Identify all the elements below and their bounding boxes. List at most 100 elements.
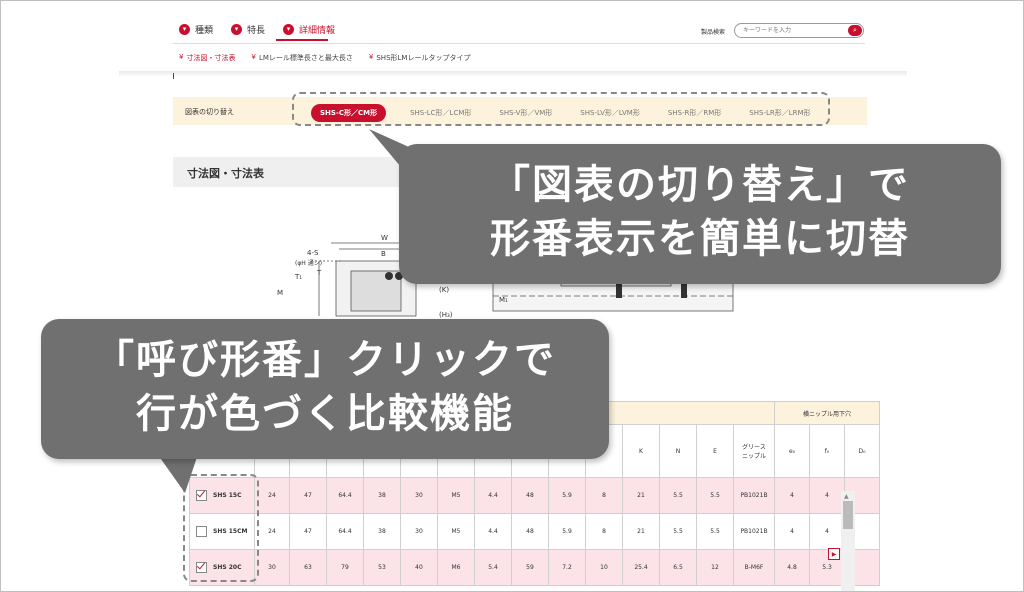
chevron-down-icon: ▾ (283, 24, 295, 35)
anchor-link-tap-type[interactable]: ¥ SHS形LMレールタップタイプ (369, 53, 471, 63)
cell: 10 (585, 549, 623, 586)
cell: M5 (437, 513, 475, 550)
nav-label: 詳細情報 (299, 26, 336, 36)
cell: 40 (400, 549, 438, 586)
header-nipple-hole: 横ニップル用下穴 (774, 401, 880, 425)
drawing-label-b: B (381, 250, 386, 258)
anchor-label: SHS形LMレールタップタイプ (376, 54, 471, 62)
cell: 38 (363, 513, 401, 550)
chevron-down-icon: ¥ (368, 53, 374, 61)
search-button[interactable]: ⌕ (848, 25, 862, 36)
top-nav: ▾ 種類 ▾ 特長 ▾ 詳細情報 (179, 23, 335, 36)
drawing-label-h: (φH 通シ) (295, 260, 323, 267)
table-row[interactable]: SHS 15CM 24 47 64.4 38 30 M5 4.4 48 5.9 … (189, 513, 880, 550)
col-header: e₀ (774, 424, 810, 478)
cell: 48 (511, 477, 549, 514)
cell: 6.5 (659, 549, 697, 586)
anchor-links: ¥ 寸法図・寸法表 ¥ LMレール標準長さと最大長さ ¥ SHS形LMレールタッ… (179, 53, 470, 63)
cell: 5.5 (696, 477, 734, 514)
drawing-label-s: 4-S (307, 249, 319, 257)
cell: 8 (585, 477, 623, 514)
cell: 4 (809, 513, 845, 550)
chevron-right-icon: ▶ (831, 550, 837, 558)
cell: 8 (585, 513, 623, 550)
callout-row-highlight: 「呼び形番」クリックで 行が色づく比較機能 (41, 319, 609, 459)
search-label: 製品検索 (701, 29, 726, 36)
screenshot-frame: ▾ 種類 ▾ 特長 ▾ 詳細情報 製品検索 ⌕ ¥ 寸法図・寸法表 ¥ LMレー… (0, 0, 1024, 592)
cell: 12 (696, 549, 734, 586)
drawing-label-m: M (277, 289, 284, 297)
cell: 63 (289, 549, 327, 586)
anchor-label: 寸法図・寸法表 (186, 54, 236, 62)
col-header: f₀ (809, 424, 845, 478)
header-shadow (119, 71, 907, 77)
cell: 30 (400, 477, 438, 514)
cell: 5.5 (659, 513, 697, 550)
cell: 64.4 (326, 513, 364, 550)
scroll-right-button[interactable]: ▶ (828, 548, 840, 560)
anchor-label: LMレール標準長さと最大長さ (258, 54, 353, 62)
cell: 5.5 (659, 477, 697, 514)
anchor-link-dimensions[interactable]: ¥ 寸法図・寸法表 (179, 53, 235, 63)
drawing-label-k: (K) (439, 286, 450, 294)
cell: B-M6F (733, 549, 775, 586)
anchor-link-rail-length[interactable]: ¥ LMレール標準長さと最大長さ (251, 53, 352, 63)
table-scrollbar[interactable]: ▲ (841, 491, 855, 591)
cell: 25.4 (622, 549, 660, 586)
callout-line: 行が色づく比較機能 (136, 391, 514, 437)
nav-item-features[interactable]: ▾ 特長 (231, 23, 265, 36)
drawing-label-t1: T₁ (295, 273, 303, 281)
cell: 59 (511, 549, 549, 586)
scrollbar-thumb[interactable] (843, 501, 853, 529)
cell: 4 (774, 513, 810, 550)
search-input[interactable] (743, 25, 843, 35)
cell: 21 (622, 477, 660, 514)
cell: 38 (363, 477, 401, 514)
cell: 4 (774, 477, 810, 514)
switch-label: 図表の切り替え (185, 108, 234, 116)
cell: 5.9 (548, 477, 586, 514)
table-row[interactable]: SHS 15C 24 47 64.4 38 30 M5 4.4 48 5.9 8… (189, 477, 880, 514)
active-anchor-indicator (173, 73, 174, 79)
col-header: グリース ニップル (733, 424, 775, 478)
cell: 5.4 (474, 549, 512, 586)
section-title: 寸法図・寸法表 (187, 167, 264, 180)
nav-item-details[interactable]: ▾ 詳細情報 (283, 23, 335, 36)
cell: 7.2 (548, 549, 586, 586)
cell: 5.9 (548, 513, 586, 550)
cell: 30 (254, 549, 290, 586)
nav-item-types[interactable]: ▾ 種類 (179, 23, 213, 36)
cell: PB1021B (733, 513, 775, 550)
col-header: D₀ (844, 424, 880, 478)
cell: 64.4 (326, 477, 364, 514)
chevron-down-icon: ¥ (179, 53, 184, 61)
cell: 4 (809, 477, 845, 514)
col-header: K (622, 424, 660, 478)
cell: 24 (254, 477, 290, 514)
cell: 4.4 (474, 513, 512, 550)
callout-chart-switch: 「図表の切り替え」で 形番表示を簡単に切替 (399, 144, 1001, 284)
cell: 47 (289, 513, 327, 550)
search-icon: ⌕ (853, 26, 857, 34)
nav-label: 特長 (247, 26, 266, 36)
drawing-label-t: T (317, 269, 322, 277)
col-header: E (696, 424, 734, 478)
cell: 53 (363, 549, 401, 586)
scroll-up-icon[interactable]: ▲ (844, 493, 849, 500)
cell: 30 (400, 513, 438, 550)
cell: 48 (511, 513, 549, 550)
nav-label: 種類 (195, 26, 214, 36)
cell: 5.5 (696, 513, 734, 550)
col-header: N (659, 424, 697, 478)
cell: 79 (326, 549, 364, 586)
divider (173, 43, 865, 44)
cell: 47 (289, 477, 327, 514)
cell: 24 (254, 513, 290, 550)
cell: 21 (622, 513, 660, 550)
active-nav-indicator (276, 39, 328, 41)
search-box: ⌕ (734, 23, 864, 38)
table-row[interactable]: SHS 20C 30 63 79 53 40 M6 5.4 59 7.2 10 … (189, 549, 880, 586)
callout-line: 形番表示を簡単に切替 (490, 216, 910, 262)
chevron-down-icon: ▾ (179, 24, 190, 35)
cell: 4.4 (474, 477, 512, 514)
